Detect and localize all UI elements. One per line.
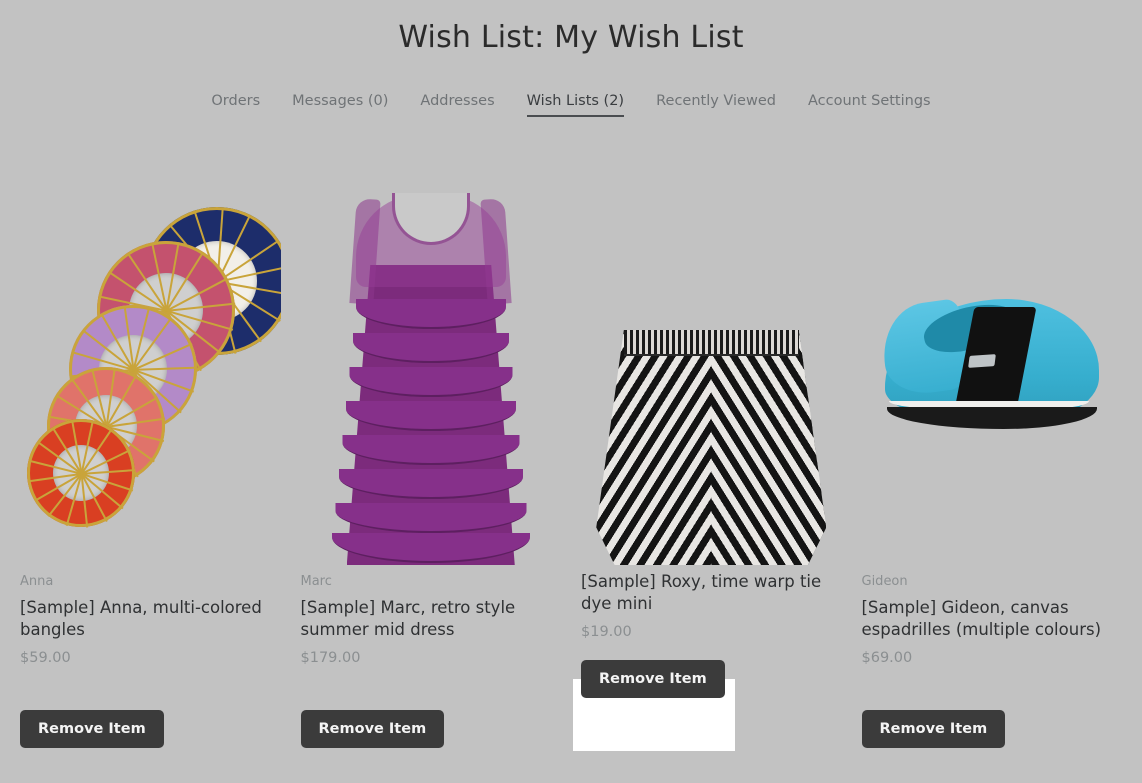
product-image-espadrille[interactable] [862,165,1123,565]
tab-wish-lists[interactable]: Wish Lists (2) [526,93,625,117]
tab-addresses[interactable]: Addresses [420,93,494,117]
remove-item-button[interactable]: Remove Item [300,710,445,748]
remove-button-row: Remove Item [300,710,562,748]
product-brand: Marc [300,574,332,589]
remove-button-row: Remove Item [861,710,1123,748]
wish-list-item: Marc [Sample] Marc, retro style summer m… [291,165,572,748]
product-price: $179.00 [300,650,361,666]
wish-list-item-selected: [Sample] Roxy, time warp tie dye mini $1… [571,165,852,748]
bangles-icon [20,178,281,565]
page-title: Wish List: My Wish List [398,20,744,55]
product-name[interactable]: [Sample] Roxy, time warp tie dye mini [581,571,842,615]
remove-item-button[interactable]: Remove Item [20,710,164,748]
product-image-dress[interactable] [301,165,562,565]
tab-orders[interactable]: Orders [211,93,260,117]
product-price: $69.00 [861,650,913,666]
dress-icon [323,193,538,565]
wish-list-product-grid: Anna [Sample] Anna, multi-colored bangle… [0,165,1142,748]
account-nav-tabs: Orders Messages (0) Addresses Wish Lists… [0,91,1142,117]
product-brand: Anna [20,574,54,589]
product-name[interactable]: [Sample] Anna, multi-colored bangles [20,597,281,641]
tab-messages[interactable]: Messages (0) [292,93,388,117]
remove-item-button[interactable]: Remove Item [861,710,1006,748]
wish-list-item: Gideon [Sample] Gideon, canvas espadrill… [852,165,1133,748]
product-image-chevron-skirt[interactable] [581,165,842,565]
tab-account-settings[interactable]: Account Settings [808,93,931,117]
espadrille-shoe-icon [876,277,1107,447]
product-price: $59.00 [20,650,71,666]
remove-button-row: Remove Item [20,710,281,748]
product-name[interactable]: [Sample] Gideon, canvas espadrilles (mul… [862,597,1123,641]
product-brand: Gideon [861,574,908,589]
wish-list-page: Wish List: My Wish List Orders Messages … [0,0,1142,783]
wish-list-item: Anna [Sample] Anna, multi-colored bangle… [10,165,291,748]
remove-button-row: Remove Item [581,660,842,698]
product-price: $19.00 [581,624,632,640]
remove-item-button[interactable]: Remove Item [581,660,725,698]
chevron-skirt-icon [596,330,827,565]
tab-recently-viewed[interactable]: Recently Viewed [656,93,776,117]
product-image-bangles[interactable] [20,165,281,565]
product-name[interactable]: [Sample] Marc, retro style summer mid dr… [301,597,562,641]
